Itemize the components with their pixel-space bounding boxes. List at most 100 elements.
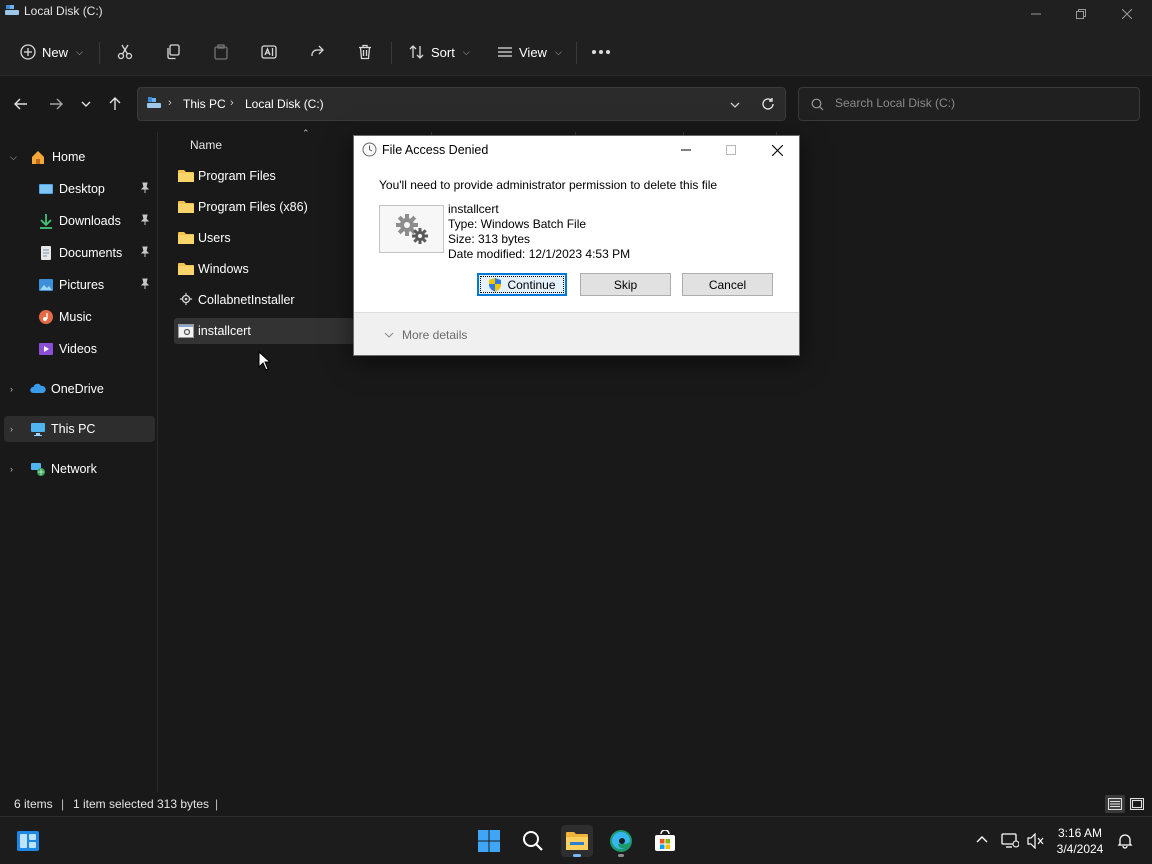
- search-taskbar-button[interactable]: [517, 825, 549, 857]
- minimize-icon: [1031, 13, 1041, 15]
- breadcrumb-local-disk[interactable]: Local Disk (C:): [245, 97, 324, 111]
- breadcrumb-this-pc[interactable]: This PC: [183, 97, 226, 111]
- pin-icon: [140, 246, 150, 257]
- trash-icon: [359, 44, 371, 60]
- column-header-name[interactable]: Name: [190, 138, 222, 152]
- sidebar-item-videos[interactable]: Videos: [4, 336, 155, 362]
- dialog-minimize-button[interactable]: [666, 136, 706, 164]
- close-icon: [1122, 9, 1132, 19]
- file-row[interactable]: Program Files: [174, 163, 354, 189]
- pin-icon: [140, 214, 150, 225]
- file-name: Windows: [198, 262, 249, 276]
- clock-time: 3:16 AM: [1057, 826, 1103, 840]
- plus-circle-icon: [20, 44, 36, 60]
- file-details: installcert Type: Windows Batch File Siz…: [448, 202, 630, 262]
- tiles-view-icon: [1130, 798, 1144, 810]
- downloads-icon: [40, 214, 52, 229]
- continue-button[interactable]: Continue: [477, 273, 567, 296]
- file-row[interactable]: Windows: [174, 256, 354, 282]
- sidebar-item-label: Network: [51, 462, 97, 476]
- close-icon: [771, 144, 783, 156]
- file-row[interactable]: Users: [174, 225, 354, 251]
- copy-icon: [167, 44, 180, 60]
- chevron-up-icon[interactable]: [975, 833, 989, 847]
- file-row[interactable]: CollabnetInstaller: [174, 287, 354, 313]
- store-taskbar-button[interactable]: [649, 825, 681, 857]
- chevron-right-icon[interactable]: ›: [10, 464, 13, 474]
- dialog-title-bar: File Access Denied: [354, 136, 799, 164]
- cancel-label: Cancel: [708, 277, 747, 292]
- paste-button[interactable]: [213, 38, 229, 66]
- close-button[interactable]: [1104, 0, 1150, 28]
- back-button[interactable]: [10, 94, 32, 114]
- maximize-icon: [726, 145, 736, 155]
- address-bar[interactable]: › This PC › Local Disk (C:): [137, 87, 786, 121]
- sidebar-item-this-pc[interactable]: › This PC: [4, 416, 155, 442]
- cut-button[interactable]: [117, 38, 133, 66]
- forward-button[interactable]: [45, 94, 67, 114]
- recent-locations-button[interactable]: [75, 94, 97, 114]
- copy-button[interactable]: [165, 38, 181, 66]
- dialog-title: File Access Denied: [382, 143, 489, 157]
- dialog-close-button[interactable]: [757, 136, 797, 164]
- arrow-up-icon: [109, 97, 121, 110]
- sidebar-item-music[interactable]: Music: [4, 304, 155, 330]
- sidebar-item-network[interactable]: › Network: [4, 456, 155, 482]
- clock-icon: [362, 142, 377, 157]
- file-row-selected[interactable]: installcert: [174, 318, 354, 344]
- file-name: installcert: [198, 324, 251, 338]
- sidebar-item-desktop[interactable]: Desktop: [4, 176, 155, 202]
- file-name: Program Files (x86): [198, 200, 308, 214]
- divider: [576, 42, 577, 64]
- widgets-button[interactable]: [12, 825, 44, 857]
- sidebar-item-documents[interactable]: Documents: [4, 240, 155, 266]
- breadcrumb-separator: ›: [230, 97, 234, 109]
- rename-button[interactable]: [261, 38, 277, 66]
- file-explorer-taskbar-button[interactable]: [561, 825, 593, 857]
- refresh-button[interactable]: [757, 94, 779, 114]
- file-row[interactable]: Program Files (x86): [174, 194, 354, 220]
- minimize-button[interactable]: [1013, 0, 1059, 28]
- file-type: Type: Windows Batch File: [448, 217, 587, 231]
- tiles-view-button[interactable]: [1127, 795, 1147, 813]
- batch-file-icon: [178, 324, 194, 338]
- breadcrumb-separator: ›: [168, 97, 172, 109]
- sort-ascending-icon: ⌃: [302, 128, 310, 138]
- sidebar-item-home[interactable]: ⌵ Home: [4, 144, 155, 170]
- file-size: Size: 313 bytes: [448, 232, 531, 246]
- sidebar-item-onedrive[interactable]: › OneDrive: [4, 376, 155, 402]
- restore-button[interactable]: [1058, 0, 1104, 28]
- search-input[interactable]: [835, 96, 1125, 110]
- drive-icon: [147, 97, 161, 108]
- taskbar-clock[interactable]: 3:16 AM 3/4/2024: [1050, 825, 1110, 857]
- delete-button[interactable]: [357, 38, 373, 66]
- notifications-icon[interactable]: [1117, 833, 1133, 849]
- sidebar-item-label: Documents: [59, 246, 123, 260]
- network-status-icon[interactable]: [1001, 833, 1019, 849]
- sort-button[interactable]: Sort ⌵: [409, 38, 470, 66]
- folder-icon: [178, 232, 194, 244]
- share-button[interactable]: [309, 38, 325, 66]
- skip-button[interactable]: Skip: [580, 273, 671, 296]
- sidebar-item-downloads[interactable]: Downloads: [4, 208, 155, 234]
- start-button[interactable]: [473, 825, 505, 857]
- up-button[interactable]: [104, 94, 126, 114]
- chevron-right-icon[interactable]: ›: [10, 384, 13, 394]
- search-box[interactable]: [798, 87, 1140, 121]
- sidebar-item-pictures[interactable]: Pictures: [4, 272, 155, 298]
- more-details-toggle[interactable]: More details: [384, 328, 467, 342]
- dialog-maximize-button[interactable]: [711, 136, 751, 164]
- volume-muted-icon[interactable]: [1027, 833, 1045, 849]
- chevron-down-icon[interactable]: [729, 99, 741, 111]
- chevron-down-icon[interactable]: ⌵: [10, 152, 17, 163]
- edge-taskbar-button[interactable]: [605, 825, 637, 857]
- cancel-button[interactable]: Cancel: [682, 273, 773, 296]
- pictures-icon: [39, 279, 53, 291]
- chevron-right-icon[interactable]: ›: [10, 424, 13, 434]
- view-button[interactable]: View ⌵: [497, 38, 562, 66]
- details-view-button[interactable]: [1105, 795, 1125, 813]
- more-options-button[interactable]: [592, 38, 610, 66]
- file-name: installcert: [448, 202, 499, 216]
- sidebar-item-label: Downloads: [59, 214, 121, 228]
- new-button[interactable]: New ⌵: [20, 38, 83, 66]
